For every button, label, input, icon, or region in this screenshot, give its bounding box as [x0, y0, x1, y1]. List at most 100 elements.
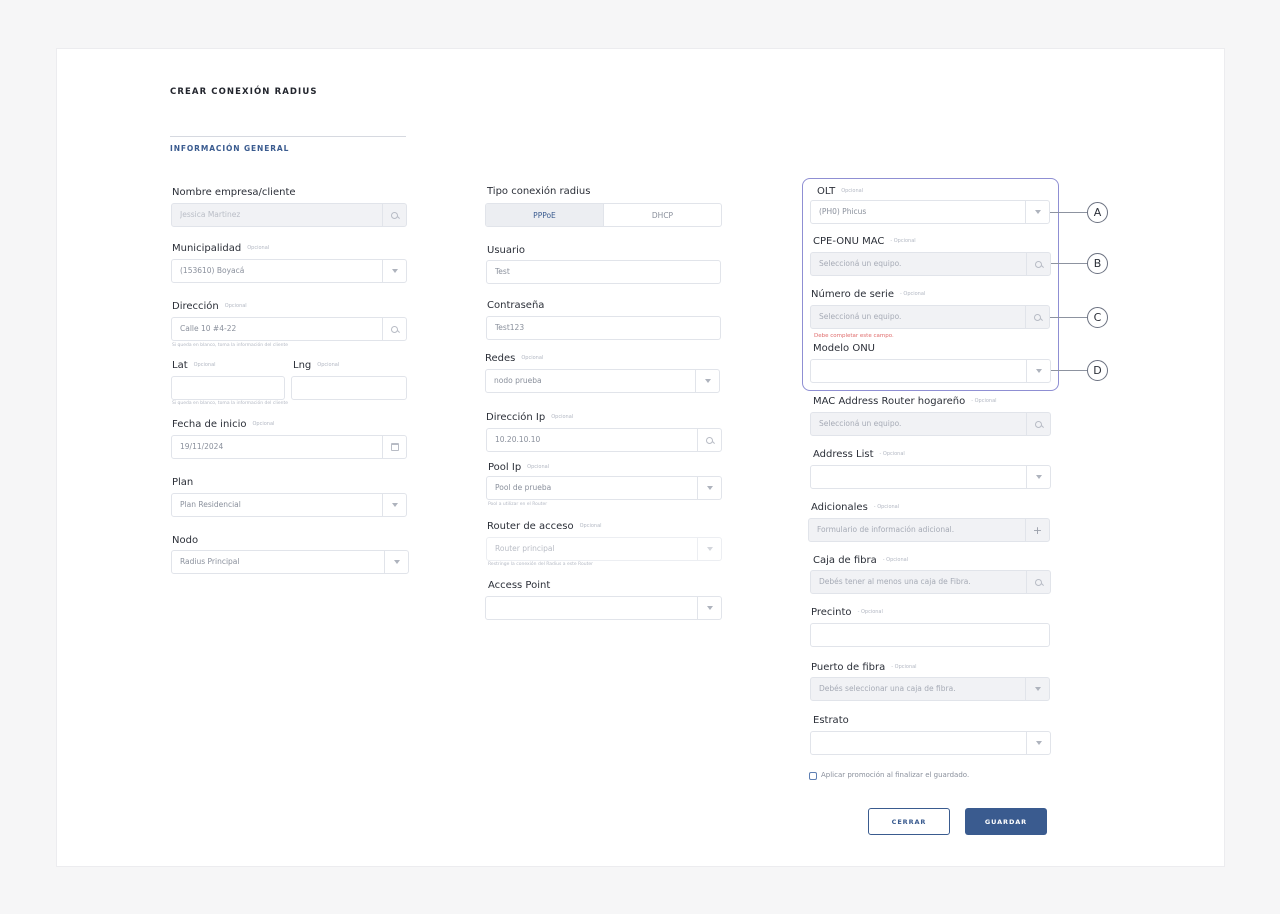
tipo-option-pppoe[interactable]: PPPoE: [486, 204, 604, 226]
promo-checkbox[interactable]: [809, 772, 817, 780]
puerto-select[interactable]: Debés seleccionar una caja de fibra.: [810, 677, 1050, 701]
chevron-down-icon: [1034, 210, 1041, 214]
address-list-select[interactable]: [810, 465, 1051, 489]
nodo-label: Nodo: [172, 535, 199, 546]
ip-label: Dirección Ip Opcional: [486, 412, 574, 423]
mac-field[interactable]: Seleccioná un equipo.: [810, 412, 1051, 436]
ip-search-button[interactable]: [697, 429, 721, 451]
search-icon: [1034, 313, 1041, 321]
cpe-label: CPE-ONU MAC - Opcional: [813, 236, 916, 247]
router-hint: Restringe la conexión del Radius a este …: [488, 562, 593, 567]
add-adicionales-button[interactable]: +: [1025, 519, 1049, 541]
router-select[interactable]: Router principal: [486, 537, 722, 561]
pool-select[interactable]: Pool de prueba: [486, 476, 722, 500]
fecha-input[interactable]: 19/11/2024: [171, 435, 407, 459]
municipalidad-select[interactable]: (153610) Boyacá: [171, 259, 407, 283]
search-icon: [1035, 420, 1042, 428]
chevron-down-icon: [1035, 475, 1042, 479]
chevron-down-icon: [1035, 741, 1042, 745]
puerto-label: Puerto de fibra - Opcional: [811, 662, 917, 673]
search-icon: [391, 325, 398, 333]
municipalidad-label: Municipalidad Opcional: [172, 243, 270, 254]
estrato-label: Estrato: [813, 715, 849, 726]
calendar-icon: [390, 443, 399, 451]
estrato-select[interactable]: [810, 731, 1051, 755]
lat-label: Lat Opcional: [172, 360, 216, 371]
plan-value: Plan Residencial: [180, 500, 241, 509]
plus-icon: +: [1032, 523, 1043, 537]
ap-select[interactable]: [485, 596, 722, 620]
redes-label: Redes Opcional: [485, 353, 544, 364]
serie-field[interactable]: Seleccioná un equipo.: [810, 305, 1050, 329]
tipo-label: Tipo conexión radius: [487, 186, 591, 197]
promo-checkbox-label: Aplicar promoción al finalizar el guarda…: [821, 771, 970, 779]
tipo-option-dhcp[interactable]: DHCP: [604, 204, 721, 226]
caja-placeholder: Debés tener al menos una caja de Fibra.: [819, 577, 971, 586]
chevron-down-icon: [706, 606, 713, 610]
olt-value: (PH0) Phicus: [819, 207, 867, 216]
cpe-placeholder: Seleccioná un equipo.: [819, 259, 902, 268]
caja-field[interactable]: Debés tener al menos una caja de Fibra.: [810, 570, 1051, 594]
page-title: CREAR CONEXIÓN RADIUS: [170, 87, 318, 97]
save-button[interactable]: GUARDAR: [965, 808, 1047, 835]
redes-select[interactable]: nodo prueba: [485, 369, 720, 393]
serie-placeholder: Seleccioná un equipo.: [819, 312, 902, 321]
serie-label: Número de serie - Opcional: [811, 289, 926, 300]
usuario-label: Usuario: [487, 245, 526, 256]
direccion-value: Calle 10 #4-22: [180, 324, 237, 333]
cpe-field[interactable]: Seleccioná un equipo.: [810, 252, 1051, 276]
cliente-field[interactable]: Jessica Martinez: [171, 203, 407, 227]
plan-select[interactable]: Plan Residencial: [171, 493, 407, 517]
mac-search-button[interactable]: [1026, 413, 1050, 435]
address-list-label: Address List - Opcional: [813, 449, 905, 460]
direccion-field[interactable]: Calle 10 #4-22: [171, 317, 407, 341]
nodo-select[interactable]: Radius Principal: [171, 550, 409, 574]
direccion-hint: Si queda en blanco, toma la información …: [172, 343, 288, 348]
callout-b: B: [1087, 253, 1108, 274]
adicionales-placeholder: Formulario de información adicional.: [817, 525, 955, 534]
callout-line-a: [1050, 212, 1087, 213]
contrasena-value: Test123: [495, 323, 525, 332]
chevron-down-icon: [706, 547, 713, 551]
pool-value: Pool de prueba: [495, 483, 552, 492]
ip-field[interactable]: 10.20.10.10: [486, 428, 722, 452]
latlng-hint: Si queda en blanco, toma la información …: [172, 401, 288, 406]
lat-input[interactable]: [171, 376, 285, 400]
olt-select[interactable]: (PH0) Phicus: [810, 200, 1050, 224]
cliente-search-button[interactable]: [382, 204, 406, 226]
direccion-search-button[interactable]: [382, 318, 406, 340]
serie-search-button[interactable]: [1025, 306, 1049, 328]
cpe-search-button[interactable]: [1026, 253, 1050, 275]
ip-value: 10.20.10.10: [495, 435, 541, 444]
date-picker-button[interactable]: [382, 436, 406, 458]
callout-line-d: [1051, 370, 1087, 371]
precinto-input[interactable]: [810, 623, 1050, 647]
redes-value: nodo prueba: [494, 376, 542, 385]
municipalidad-value: (153610) Boyacá: [180, 266, 245, 275]
callout-c: C: [1087, 307, 1108, 328]
callout-line-c: [1050, 317, 1087, 318]
serie-error-message: Debe completar este campo.: [814, 333, 894, 339]
plan-label: Plan: [172, 477, 194, 488]
caja-search-button[interactable]: [1026, 571, 1050, 593]
modelo-select[interactable]: [810, 359, 1051, 383]
router-label: Router de acceso Opcional: [487, 521, 602, 532]
contrasena-input[interactable]: Test123: [486, 316, 721, 340]
section-divider: [170, 136, 406, 137]
direccion-label: Dirección Opcional: [172, 301, 247, 312]
chevron-down-icon: [704, 379, 711, 383]
puerto-placeholder: Debés seleccionar una caja de fibra.: [819, 684, 956, 693]
pool-label: Pool Ip Opcional: [488, 462, 550, 473]
chevron-down-icon: [391, 269, 398, 273]
mac-placeholder: Seleccioná un equipo.: [819, 419, 902, 428]
adicionales-field[interactable]: Formulario de información adicional. +: [808, 518, 1050, 542]
ap-label: Access Point: [488, 580, 551, 591]
chevron-down-icon: [391, 503, 398, 507]
chevron-down-icon: [1035, 369, 1042, 373]
usuario-input[interactable]: Test: [486, 260, 721, 284]
nodo-value: Radius Principal: [180, 557, 240, 566]
chevron-down-icon: [1034, 687, 1041, 691]
fecha-value: 19/11/2024: [180, 442, 224, 451]
close-button[interactable]: CERRAR: [868, 808, 950, 835]
lng-input[interactable]: [291, 376, 407, 400]
